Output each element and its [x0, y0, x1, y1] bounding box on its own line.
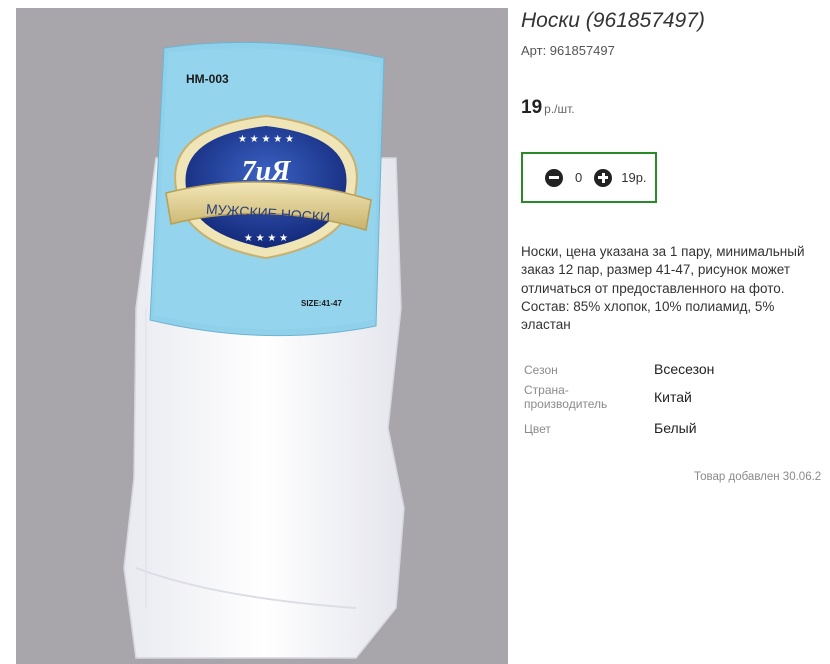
property-name: Цвет: [524, 422, 551, 436]
model-code-text: HM-003: [186, 72, 229, 86]
price: 19 р./шт.: [521, 97, 575, 119]
product-photo[interactable]: HM-003 ★ ★ ★ ★ ★ ★ ★ ★ ★ 7иЯ МУЖСКИЕ НОС…: [16, 8, 508, 664]
minus-icon[interactable]: [545, 168, 563, 187]
property-value: Белый: [654, 420, 697, 436]
added-date: Товар добавлен 30.06.2: [694, 471, 822, 483]
product-description: Носки, цена указана за 1 пару, минимальн…: [521, 244, 805, 333]
svg-text:★ ★ ★ ★ ★: ★ ★ ★ ★ ★: [238, 134, 294, 145]
quantity-value: 0: [575, 170, 583, 185]
plus-icon[interactable]: [594, 168, 613, 187]
price-value: 19: [521, 97, 543, 118]
price-unit: р./шт.: [544, 102, 575, 116]
cart-sum: 19р.: [621, 170, 647, 185]
quantity-control: 0 19р.: [521, 152, 657, 203]
size-text: SIZE:41-47: [301, 299, 342, 308]
svg-text:★ ★ ★ ★: ★ ★ ★ ★: [244, 233, 288, 244]
property-name: Страна-производитель: [524, 383, 608, 411]
product-sku: Арт: 961857497: [521, 43, 615, 58]
property-value: Всесезон: [654, 361, 715, 377]
property-value: Китай: [654, 389, 692, 405]
property-name: Сезон: [524, 363, 558, 377]
product-title: Носки (961857497): [521, 9, 705, 32]
